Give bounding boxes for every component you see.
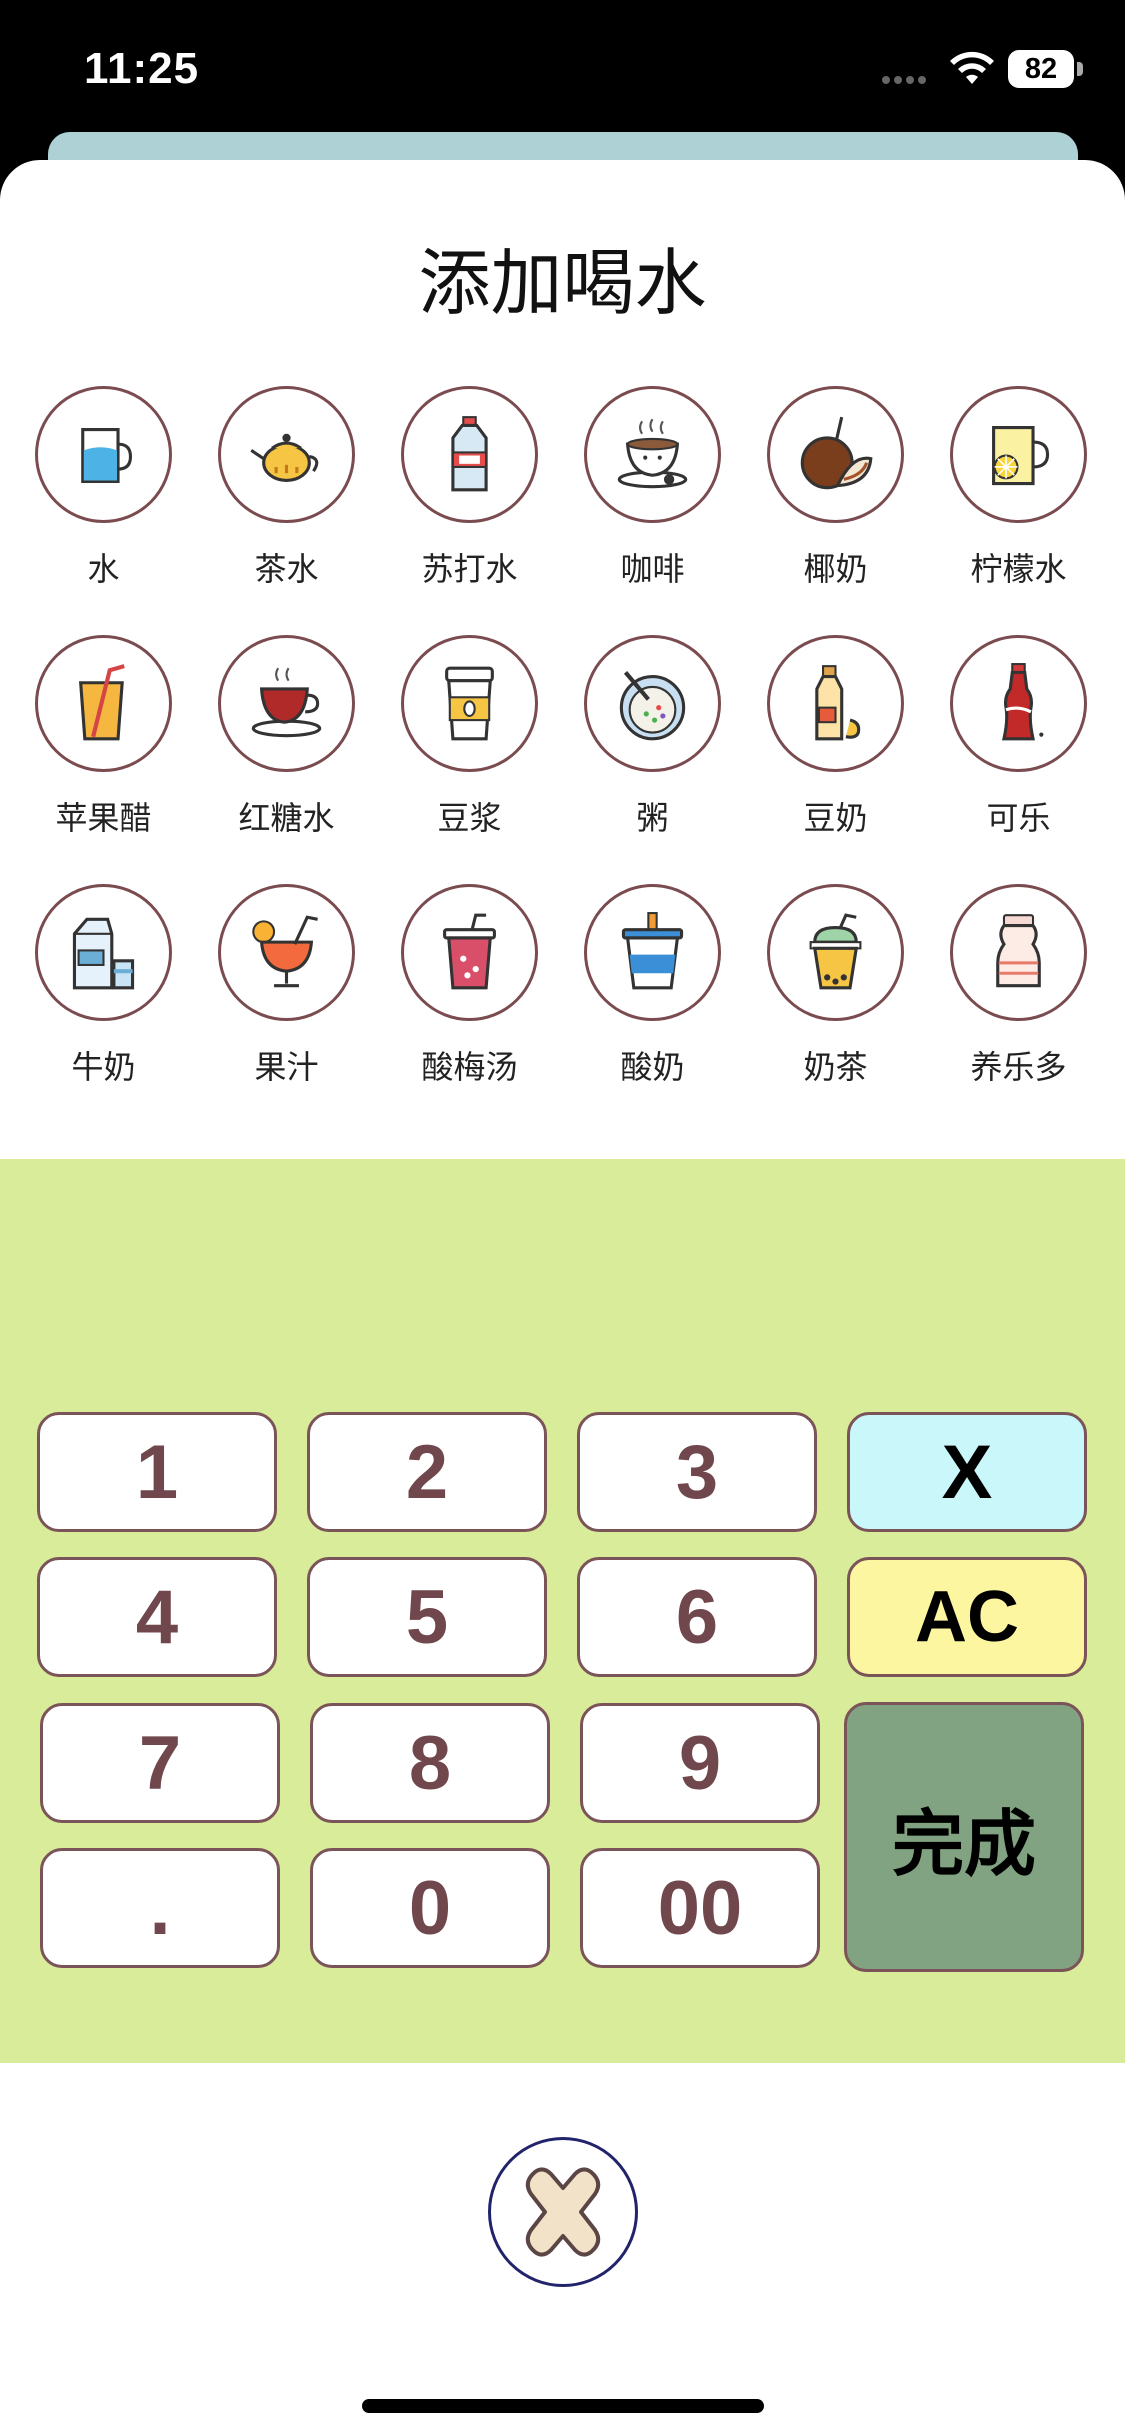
drink-label: 苹果醋 <box>55 799 152 837</box>
drink-item-juice[interactable]: 果汁 <box>195 884 378 1114</box>
cola-bottle-icon <box>1002 663 1044 741</box>
drink-circle <box>767 635 904 772</box>
drink-circle <box>584 386 721 523</box>
drink-label: 椰奶 <box>803 550 868 588</box>
wifi-icon <box>950 51 994 84</box>
drink-circle <box>584 635 721 772</box>
drink-circle <box>950 386 1087 523</box>
drink-label: 豆奶 <box>803 799 868 837</box>
drink-circle <box>218 884 355 1021</box>
drink-circle <box>767 386 904 523</box>
drink-circle <box>35 386 172 523</box>
drink-label: 可乐 <box>986 799 1051 837</box>
close-x-icon <box>525 2167 601 2257</box>
drink-label: 酸奶 <box>620 1048 685 1086</box>
drink-item-yogurt[interactable]: 酸奶 <box>561 884 744 1114</box>
drink-item-soda[interactable]: 苏打水 <box>378 386 561 616</box>
key-8[interactable]: 8 <box>310 1703 550 1823</box>
drink-label: 咖啡 <box>620 550 685 588</box>
drink-label: 奶茶 <box>803 1048 868 1086</box>
lemonade-icon <box>992 425 1050 486</box>
key-7[interactable]: 7 <box>40 1703 280 1823</box>
plum-drink-icon <box>443 913 496 990</box>
drink-circle <box>950 884 1087 1021</box>
porridge-bowl-icon <box>619 671 686 741</box>
drink-item-lemonade[interactable]: 柠檬水 <box>927 386 1110 616</box>
drink-label: 红糖水 <box>238 799 335 837</box>
drink-item-porridge[interactable]: 粥 <box>561 635 744 865</box>
key-9[interactable]: 9 <box>580 1703 820 1823</box>
milk-tea-icon <box>809 913 862 990</box>
key-2[interactable]: 2 <box>307 1412 547 1532</box>
battery-icon: 82 <box>1008 50 1074 88</box>
add-drink-sheet: 添加喝水 水 茶水 苏打水 咖啡 椰奶 柠檬水 苹果醋 红糖水 豆浆 粥 豆奶 … <box>0 160 1125 2436</box>
water-glass-icon <box>81 428 133 484</box>
coffee-cup-icon <box>617 418 688 489</box>
drink-circle <box>401 635 538 772</box>
milk-carton-icon <box>72 917 135 990</box>
drink-item-milk-tea[interactable]: 奶茶 <box>744 884 927 1114</box>
drink-item-coffee[interactable]: 咖啡 <box>561 386 744 616</box>
drink-item-plum-drink[interactable]: 酸梅汤 <box>378 884 561 1114</box>
key-1[interactable]: 1 <box>37 1412 277 1532</box>
apple-vinegar-icon <box>78 664 125 741</box>
drink-item-soy-milk[interactable]: 豆浆 <box>378 635 561 865</box>
soy-milk-bottle-icon <box>815 665 861 741</box>
yogurt-cup-icon <box>621 912 684 990</box>
drink-circle <box>401 884 538 1021</box>
status-time: 11:25 <box>84 44 200 93</box>
drink-label: 柠檬水 <box>970 550 1067 588</box>
drink-label: 水 <box>87 550 120 588</box>
drink-item-water[interactable]: 水 <box>12 386 195 616</box>
key-decimal[interactable]: . <box>40 1848 280 1968</box>
close-button[interactable] <box>488 2137 638 2287</box>
drink-label: 果汁 <box>254 1048 319 1086</box>
drink-label: 豆浆 <box>437 799 502 837</box>
drink-label: 酸梅汤 <box>421 1048 518 1086</box>
teapot-icon <box>250 433 319 482</box>
drink-item-apple-vinegar[interactable]: 苹果醋 <box>12 635 195 865</box>
number-keypad: 1 2 3 X 4 5 6 AC 7 8 9 完成 . 0 00 <box>0 1159 1125 2063</box>
drink-label: 牛奶 <box>71 1048 136 1086</box>
drink-label: 苏打水 <box>421 550 518 588</box>
key-3[interactable]: 3 <box>577 1412 817 1532</box>
drink-circle <box>584 884 721 1021</box>
drink-item-tea[interactable]: 茶水 <box>195 386 378 616</box>
drink-circle <box>950 635 1087 772</box>
yakult-bottle-icon <box>996 914 1041 988</box>
sheet-title: 添加喝水 <box>418 241 707 325</box>
coconut-icon <box>800 416 873 490</box>
soda-bottle-icon <box>451 416 488 492</box>
soy-milk-cup-icon <box>445 666 494 741</box>
drink-item-coconut-milk[interactable]: 椰奶 <box>744 386 927 616</box>
key-00[interactable]: 00 <box>580 1848 820 1968</box>
drink-circle <box>401 386 538 523</box>
drink-item-brown-sugar[interactable]: 红糖水 <box>195 635 378 865</box>
drink-circle <box>218 635 355 772</box>
drink-circle <box>218 386 355 523</box>
drink-circle <box>35 884 172 1021</box>
juice-cocktail-icon <box>252 915 318 988</box>
done-button[interactable]: 完成 <box>844 1702 1084 1972</box>
status-bar: 11:25 82 <box>0 0 1125 150</box>
drink-label: 茶水 <box>254 550 319 588</box>
drink-item-cola[interactable]: 可乐 <box>927 635 1110 865</box>
drink-circle <box>35 635 172 772</box>
drink-item-milk[interactable]: 牛奶 <box>12 884 195 1114</box>
home-indicator <box>362 2399 764 2413</box>
drink-item-soy-drink[interactable]: 豆奶 <box>744 635 927 865</box>
drink-label: 养乐多 <box>970 1048 1067 1086</box>
drink-item-yakult[interactable]: 养乐多 <box>927 884 1110 1114</box>
drink-circle <box>767 884 904 1021</box>
key-6[interactable]: 6 <box>577 1557 817 1677</box>
drink-label: 粥 <box>636 799 669 837</box>
battery-tip <box>1077 62 1083 76</box>
backspace-key[interactable]: X <box>847 1412 1087 1532</box>
brown-sugar-tea-icon <box>251 667 322 738</box>
key-4[interactable]: 4 <box>37 1557 277 1677</box>
key-0[interactable]: 0 <box>310 1848 550 1968</box>
key-5[interactable]: 5 <box>307 1557 547 1677</box>
clear-all-key[interactable]: AC <box>847 1557 1087 1677</box>
cellular-signal-icon <box>882 76 926 84</box>
